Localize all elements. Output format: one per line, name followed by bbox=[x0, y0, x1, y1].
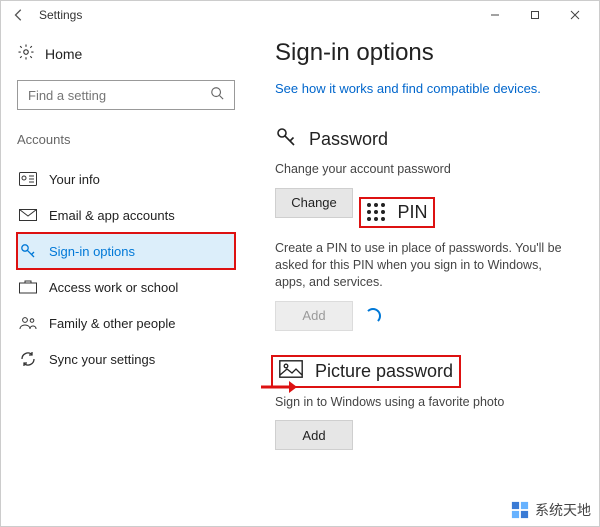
pin-heading-annotation: PIN bbox=[361, 199, 433, 226]
titlebar: Settings bbox=[1, 1, 599, 29]
gear-icon bbox=[17, 43, 35, 64]
password-heading-text: Password bbox=[309, 129, 388, 150]
sidebar-item-label: Email & app accounts bbox=[49, 208, 175, 223]
picture-heading: Picture password bbox=[279, 360, 453, 383]
minimize-button[interactable] bbox=[475, 1, 515, 29]
watermark-text: 系统天地 bbox=[535, 500, 591, 520]
key-icon bbox=[275, 126, 297, 153]
watermark-logo-icon bbox=[511, 501, 529, 519]
main-pane: Sign-in options See how it works and fin… bbox=[251, 29, 599, 526]
sidebar-item-email[interactable]: Email & app accounts bbox=[17, 197, 235, 233]
pin-heading: PIN bbox=[367, 202, 427, 223]
people-icon bbox=[19, 316, 37, 330]
keypad-icon bbox=[367, 203, 385, 221]
arrow-annotation bbox=[261, 379, 297, 395]
search-box[interactable] bbox=[17, 80, 235, 110]
back-button[interactable] bbox=[5, 1, 33, 29]
category-label: Accounts bbox=[17, 132, 235, 147]
home-link[interactable]: Home bbox=[17, 43, 235, 64]
pin-desc: Create a PIN to use in place of password… bbox=[275, 240, 575, 291]
sidebar-item-signin[interactable]: Sign-in options bbox=[17, 233, 235, 269]
sidebar-item-label: Your info bbox=[49, 172, 100, 187]
help-link[interactable]: See how it works and find compatible dev… bbox=[275, 81, 575, 96]
key-icon bbox=[19, 242, 37, 260]
maximize-button[interactable] bbox=[515, 1, 555, 29]
picture-add-button[interactable]: Add bbox=[275, 420, 353, 450]
sidebar-item-label: Sync your settings bbox=[49, 352, 155, 367]
page-title: Sign-in options bbox=[275, 39, 575, 67]
pin-heading-text: PIN bbox=[397, 202, 427, 223]
sidebar-item-work[interactable]: Access work or school bbox=[17, 269, 235, 305]
mail-icon bbox=[19, 209, 37, 221]
home-label: Home bbox=[45, 46, 82, 62]
password-change-button[interactable]: Change bbox=[275, 188, 353, 218]
person-card-icon bbox=[19, 172, 37, 186]
password-desc: Change your account password bbox=[275, 161, 575, 178]
pin-add-button: Add bbox=[275, 301, 353, 331]
sidebar-item-family[interactable]: Family & other people bbox=[17, 305, 235, 341]
loading-spinner bbox=[365, 308, 381, 324]
sidebar-item-sync[interactable]: Sync your settings bbox=[17, 341, 235, 377]
briefcase-icon bbox=[19, 280, 37, 294]
sync-icon bbox=[19, 350, 37, 368]
close-button[interactable] bbox=[555, 1, 595, 29]
sidebar-item-label: Access work or school bbox=[49, 280, 178, 295]
search-input[interactable] bbox=[28, 88, 210, 103]
sidebar-item-your-info[interactable]: Your info bbox=[17, 161, 235, 197]
sidebar-item-label: Family & other people bbox=[49, 316, 175, 331]
picture-desc: Sign in to Windows using a favorite phot… bbox=[275, 394, 575, 411]
watermark: 系统天地 bbox=[511, 500, 591, 520]
sidebar-item-label: Sign-in options bbox=[49, 244, 135, 259]
window-title: Settings bbox=[39, 8, 82, 22]
sidebar: Home Accounts Your info Email & app acco… bbox=[1, 29, 251, 526]
password-heading: Password bbox=[275, 126, 575, 153]
picture-heading-annotation: Picture password bbox=[273, 357, 459, 386]
picture-heading-text: Picture password bbox=[315, 361, 453, 382]
search-icon bbox=[210, 86, 224, 105]
